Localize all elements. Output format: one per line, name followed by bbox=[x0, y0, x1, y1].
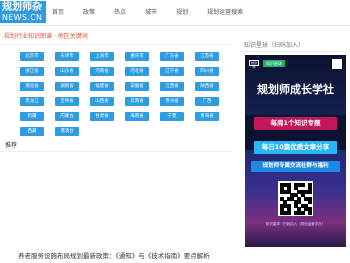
qr-code-icon bbox=[278, 181, 313, 216]
nav-hot[interactable]: 热点 bbox=[114, 0, 126, 25]
region-button[interactable]: 安徽省 bbox=[125, 82, 149, 91]
region-button[interactable]: 重庆市 bbox=[125, 52, 149, 61]
region-button[interactable]: 四川省 bbox=[195, 67, 219, 76]
sidebar-title: 知识星球（扫码加入） bbox=[244, 42, 305, 49]
poster-headline: 规划师成长学社 bbox=[257, 83, 334, 96]
region-button[interactable]: 湖南省 bbox=[55, 82, 79, 91]
site-header: 规划师杂 NEWS.CN 首页 政策 热点 城市 规划 规划运营搜索 bbox=[0, 0, 350, 25]
region-button[interactable]: 江苏省 bbox=[195, 52, 219, 61]
region-button[interactable]: 港澳台 bbox=[55, 127, 79, 136]
region-button[interactable]: 内蒙古 bbox=[55, 112, 79, 121]
region-button[interactable]: 河南省 bbox=[90, 67, 114, 76]
poster-logo: 规划师 bbox=[249, 60, 259, 69]
region-button[interactable]: 福建省 bbox=[90, 82, 114, 91]
logo-text: 规划师杂 bbox=[2, 2, 42, 13]
nav-home[interactable]: 首页 bbox=[52, 0, 64, 25]
section-title[interactable]: 规划行业知识图谱 · 地区关键词 bbox=[4, 33, 88, 41]
sidebar-divider bbox=[244, 51, 344, 52]
qr-module bbox=[307, 210, 312, 215]
poster-banner-daily: 每日10篇优质文章分享 bbox=[254, 141, 337, 154]
article-link[interactable]: 养老服务设施布局规划最新政策：《通知》与《技术指南》要点解析 bbox=[18, 252, 210, 261]
page: 规划师杂 NEWS.CN 首页 政策 热点 城市 规划 规划运营搜索 规划行业知… bbox=[0, 0, 350, 263]
poster-small-qr-icon bbox=[332, 59, 342, 69]
region-button[interactable]: 青海省 bbox=[195, 112, 219, 121]
region-button[interactable]: 黑龙江 bbox=[20, 97, 44, 106]
recommend-divider bbox=[0, 151, 232, 152]
region-button[interactable]: 山东省 bbox=[55, 67, 79, 76]
region-button[interactable]: 天津市 bbox=[55, 52, 79, 61]
recommend-heading: 推荐 bbox=[5, 142, 18, 149]
poster-banner-community: 规划师专属交流社群与福利 bbox=[251, 161, 340, 172]
region-button[interactable]: 西藏 bbox=[20, 127, 44, 136]
region-button[interactable]: 广西 bbox=[195, 97, 219, 106]
main-nav: 首页 政策 热点 城市 规划 规划运营搜索 bbox=[52, 0, 262, 25]
region-button[interactable]: 甘肃省 bbox=[90, 112, 114, 121]
region-button[interactable]: 贵州省 bbox=[160, 97, 184, 106]
qr-module bbox=[300, 183, 305, 187]
site-logo[interactable]: 规划师杂 NEWS.CN bbox=[0, 1, 46, 23]
region-button[interactable]: 宁夏 bbox=[160, 112, 184, 121]
poster-tag: 知识星球 bbox=[263, 60, 285, 67]
region-button[interactable]: 广东省 bbox=[160, 52, 184, 61]
header-divider bbox=[0, 25, 350, 26]
qr-module bbox=[307, 200, 312, 205]
promo-poster[interactable]: 规划师 知识星球 规划师成长学社 每周1个知识专题 每日10篇优质文章分享 规划… bbox=[245, 55, 346, 247]
region-button[interactable]: 河北省 bbox=[125, 67, 149, 76]
region-button[interactable]: 浙江省 bbox=[20, 67, 44, 76]
logo-subtext: NEWS.CN bbox=[2, 13, 43, 22]
section-divider bbox=[0, 44, 232, 45]
nav-city[interactable]: 城市 bbox=[145, 0, 157, 25]
region-button[interactable]: 吉林省 bbox=[55, 97, 79, 106]
region-button[interactable]: 上海市 bbox=[90, 52, 114, 61]
region-button[interactable]: 陕西省 bbox=[195, 82, 219, 91]
region-button[interactable]: 海南省 bbox=[125, 112, 149, 121]
qr-module bbox=[300, 210, 305, 215]
region-button[interactable]: 辽宁省 bbox=[160, 67, 184, 76]
region-button[interactable]: 新疆 bbox=[20, 112, 44, 121]
nav-planning[interactable]: 规划 bbox=[176, 0, 188, 25]
nav-search[interactable]: 规划运营搜索 bbox=[207, 0, 243, 25]
poster-caption: 知识星球 · 扫码加入（规划运营学社） bbox=[265, 222, 326, 226]
qr-module bbox=[307, 189, 312, 194]
region-button[interactable]: 江西省 bbox=[160, 82, 184, 91]
nav-policy[interactable]: 政策 bbox=[83, 0, 95, 25]
region-button[interactable]: 山西省 bbox=[90, 97, 114, 106]
region-button[interactable]: 北京市 bbox=[20, 52, 44, 61]
region-button[interactable]: 湖北省 bbox=[20, 82, 44, 91]
qr-module bbox=[286, 210, 291, 215]
poster-banner-weekly: 每周1个知识专题 bbox=[254, 117, 337, 130]
region-button[interactable]: 云南省 bbox=[125, 97, 149, 106]
